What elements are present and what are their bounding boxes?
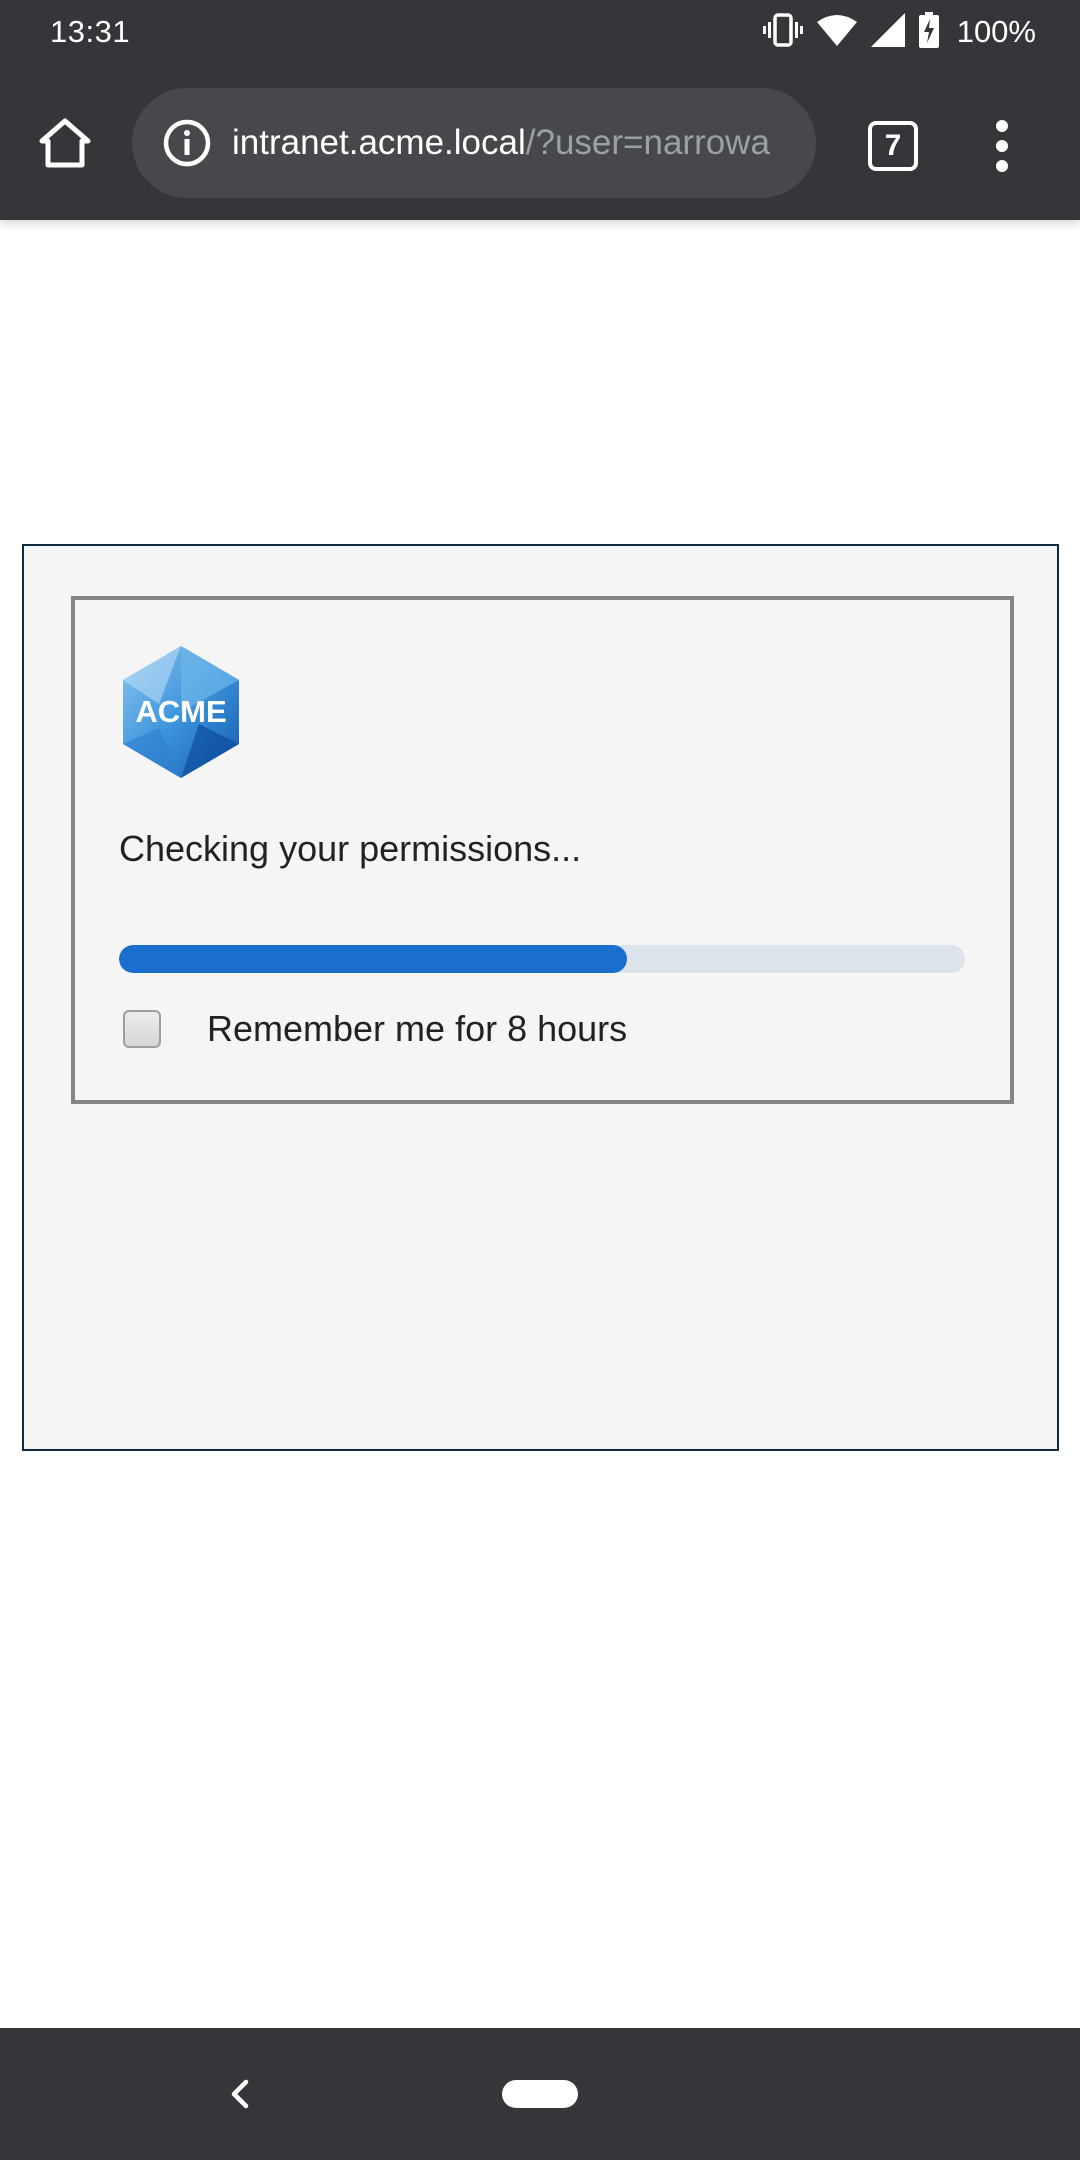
progress-fill (119, 945, 627, 973)
tab-count: 7 (884, 129, 902, 162)
wifi-icon (816, 14, 857, 51)
url-text[interactable]: intranet.acme.local/?user=narrowa (232, 88, 792, 198)
home-pill-icon[interactable] (502, 2080, 578, 2108)
acme-logo: ACME (119, 644, 243, 780)
login-panel: ACME Checking your permissions... Rememb… (22, 544, 1059, 1451)
address-bar[interactable]: intranet.acme.local/?user=narrowa (132, 88, 816, 198)
url-path: /?user=narrowa (525, 123, 770, 162)
browser-toolbar: intranet.acme.local/?user=narrowa 7 (0, 66, 1080, 220)
url-host: intranet.acme.local (232, 123, 526, 162)
back-icon[interactable] (220, 2070, 260, 2118)
permission-check-card: ACME Checking your permissions... Rememb… (71, 596, 1014, 1104)
tab-switcher-button[interactable]: 7 (868, 121, 918, 171)
info-icon[interactable] (162, 118, 212, 168)
battery-charging-icon (918, 11, 939, 53)
status-icons: 100% (762, 11, 1036, 53)
status-bar: 13:31 100% (0, 0, 1080, 66)
status-message: Checking your permissions... (119, 828, 582, 869)
vibrate-icon (762, 12, 803, 52)
battery-percent: 100% (956, 14, 1036, 49)
progress-bar (119, 945, 965, 973)
remember-me-checkbox[interactable] (123, 1010, 161, 1048)
home-icon (38, 117, 92, 174)
navigation-bar (0, 2028, 1080, 2160)
remember-me-label[interactable]: Remember me for 8 hours (207, 1008, 627, 1050)
cell-signal-icon (870, 12, 905, 52)
status-time: 13:31 (50, 14, 131, 49)
overflow-menu-icon[interactable] (980, 118, 1024, 174)
home-button[interactable] (30, 110, 100, 180)
remember-me-row[interactable]: Remember me for 8 hours (123, 1008, 627, 1050)
logo-text: ACME (135, 694, 226, 729)
